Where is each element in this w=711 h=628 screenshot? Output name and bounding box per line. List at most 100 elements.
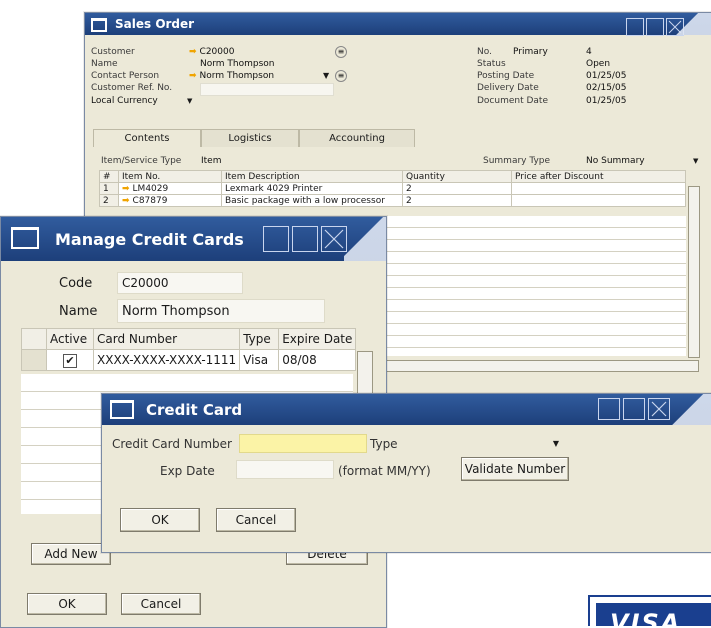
table-row[interactable]: 1 ➡ LM4029 Lexmark 4029 Printer 2 <box>99 182 686 195</box>
cancel-button[interactable]: Cancel <box>121 593 201 615</box>
contact-person-label: Contact Person <box>91 71 160 81</box>
close-icon[interactable] <box>648 398 670 420</box>
name-value: Norm Thompson <box>122 304 230 319</box>
name-label: Name <box>59 304 98 319</box>
column-header: Item Description <box>221 170 403 183</box>
expire-date-cell[interactable]: 08/08 <box>278 349 357 371</box>
item-service-type-value[interactable]: Item <box>201 156 222 166</box>
price-cell[interactable] <box>511 182 686 195</box>
posting-date-value[interactable]: 01/25/05 <box>586 71 626 81</box>
column-header: Active <box>46 328 94 350</box>
name-value[interactable]: Norm Thompson <box>200 59 275 69</box>
dropdown-arrow-icon[interactable]: ▼ <box>693 157 698 165</box>
link-arrow-icon[interactable]: ➡ <box>189 71 197 81</box>
credit-card-titlebar[interactable]: Credit Card <box>102 394 711 425</box>
window-icon <box>11 227 39 249</box>
document-date-value[interactable]: 01/25/05 <box>586 96 626 106</box>
column-header: Item No. <box>118 170 222 183</box>
series-value[interactable]: Primary <box>513 47 548 57</box>
price-cell[interactable] <box>511 194 686 207</box>
dropdown-arrow-icon[interactable]: ▼ <box>323 71 329 80</box>
validate-number-button[interactable]: Validate Number <box>461 457 569 481</box>
item-description-cell[interactable]: Basic package with a low processor <box>221 194 403 207</box>
link-arrow-icon[interactable]: ➡ <box>189 47 197 57</box>
credit-card-title: Credit Card <box>146 401 243 419</box>
add-new-button[interactable]: Add New <box>31 543 111 565</box>
item-number: LM4029 <box>132 183 169 194</box>
customer-ref-input[interactable] <box>200 83 334 96</box>
item-number-cell[interactable]: ➡ C87879 <box>118 194 222 207</box>
link-arrow-icon[interactable]: ➡ <box>122 184 130 194</box>
code-label: Code <box>59 276 93 291</box>
table-row[interactable]: ✔ XXXX-XXXX-XXXX-1111 Visa 08/08 <box>21 349 357 371</box>
validate-number-label: Validate Number <box>464 462 566 476</box>
row-selector-header <box>21 328 47 350</box>
cancel-label: Cancel <box>235 513 277 527</box>
card-number-cell[interactable]: XXXX-XXXX-XXXX-1111 <box>92 349 241 371</box>
horizontal-scrollbar[interactable] <box>385 360 699 372</box>
cc-number-field[interactable] <box>239 434 367 453</box>
quantity-cell[interactable]: 2 <box>402 194 512 207</box>
posting-date-label: Posting Date <box>477 71 535 81</box>
minimize-icon[interactable] <box>626 18 644 36</box>
maximize-icon[interactable] <box>623 398 645 420</box>
cfl-icon[interactable]: ≡ <box>335 46 347 58</box>
customer-label: Customer <box>91 47 135 57</box>
item-number-cell[interactable]: ➡ LM4029 <box>118 182 222 195</box>
maximize-icon[interactable] <box>646 18 664 36</box>
local-currency-select[interactable]: Local Currency <box>91 96 158 106</box>
row-selector[interactable] <box>21 349 47 371</box>
summary-type-value[interactable]: No Summary <box>586 156 645 166</box>
item-service-type-label: Item/Service Type <box>101 156 182 166</box>
ok-button[interactable]: OK <box>120 508 200 532</box>
active-checkbox[interactable]: ✔ <box>46 349 94 371</box>
tab-logistics-label: Logistics <box>228 133 272 144</box>
table-header: Active Card Number Type Expire Date <box>21 328 357 350</box>
column-header: Price after Discount <box>511 170 686 183</box>
delivery-date-label: Delivery Date <box>477 83 539 93</box>
status-label: Status <box>477 59 506 69</box>
tab-contents-label: Contents <box>124 133 170 144</box>
cancel-label: Cancel <box>140 597 182 611</box>
customer-value[interactable]: ➡ C20000 <box>189 47 234 57</box>
delivery-date-value[interactable]: 02/15/05 <box>586 83 626 93</box>
cancel-button[interactable]: Cancel <box>216 508 296 532</box>
column-header: Expire Date <box>278 328 357 350</box>
table-row[interactable]: 2 ➡ C87879 Basic package with a low proce… <box>99 194 686 207</box>
item-description-cell[interactable]: Lexmark 4029 Printer <box>221 182 403 195</box>
titlebar-decoration <box>669 13 711 35</box>
table-header: # Item No. Item Description Quantity Pri… <box>99 170 686 183</box>
credit-card-window: Credit Card Credit Card Number Type ▼ Ex… <box>101 393 711 553</box>
document-date-label: Document Date <box>477 96 548 106</box>
minimize-icon[interactable] <box>263 226 289 252</box>
titlebar-decoration <box>670 394 711 425</box>
ok-button[interactable]: OK <box>27 593 107 615</box>
type-select[interactable]: ▼ <box>466 434 564 453</box>
sales-order-titlebar[interactable]: Sales Order <box>85 13 711 36</box>
exp-date-field[interactable] <box>236 460 334 479</box>
maximize-icon[interactable] <box>292 226 318 252</box>
vertical-scrollbar[interactable] <box>688 186 700 358</box>
add-new-label: Add New <box>44 547 98 561</box>
checkbox-checked-icon[interactable]: ✔ <box>63 353 77 368</box>
dropdown-arrow-icon[interactable]: ▼ <box>553 439 559 448</box>
doc-number-value[interactable]: 4 <box>586 47 592 57</box>
name-field[interactable]: Norm Thompson <box>117 299 325 323</box>
sales-order-title: Sales Order <box>115 17 195 31</box>
code-field[interactable]: C20000 <box>117 272 243 294</box>
status-value: Open <box>586 59 611 69</box>
tab-logistics[interactable]: Logistics <box>201 129 299 147</box>
contact-person-value[interactable]: ➡ Norm Thompson <box>189 71 274 81</box>
quantity-cell[interactable]: 2 <box>402 182 512 195</box>
link-arrow-icon[interactable]: ➡ <box>122 196 130 206</box>
dropdown-arrow-icon[interactable]: ▼ <box>187 97 192 105</box>
tab-accounting[interactable]: Accounting <box>299 129 415 147</box>
column-header: Quantity <box>402 170 512 183</box>
visa-logo: VISA <box>588 595 711 626</box>
manage-cc-titlebar[interactable]: Manage Credit Cards <box>1 217 386 261</box>
card-type-cell[interactable]: Visa <box>239 349 280 371</box>
column-header: # <box>99 170 119 183</box>
tab-contents[interactable]: Contents <box>93 129 201 147</box>
cfl-icon[interactable]: ≡ <box>335 70 347 82</box>
minimize-icon[interactable] <box>598 398 620 420</box>
